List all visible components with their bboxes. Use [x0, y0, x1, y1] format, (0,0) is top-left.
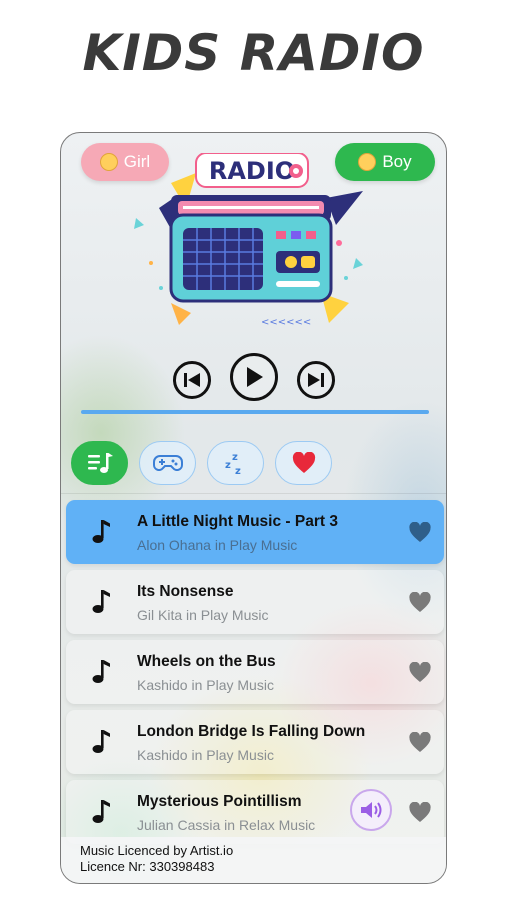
play-button[interactable] [230, 353, 278, 401]
favorite-heart-icon[interactable] [408, 592, 432, 613]
skip-forward-icon [308, 373, 324, 387]
svg-text:z: z [232, 452, 238, 463]
favorite-heart-icon[interactable] [408, 732, 432, 753]
heart-icon [292, 452, 315, 473]
radio-logo-text: RADIO [209, 157, 295, 185]
song-subtitle: Kashido in Play Music [137, 747, 274, 763]
svg-text:<<<<<<: <<<<<< [261, 317, 311, 328]
progress-bar[interactable] [81, 410, 429, 414]
progress-fill [81, 410, 429, 414]
girl-face-icon [99, 153, 118, 171]
song-item[interactable]: A Little Night Music - Part 3 Alon Ohana… [66, 500, 444, 564]
boy-label: Boy [382, 152, 412, 171]
speaker-button[interactable] [350, 789, 392, 831]
song-item[interactable]: Mysterious Pointillism Julian Cassia in … [66, 780, 444, 844]
svg-text:z: z [235, 466, 241, 477]
licence-line-1: Music Licenced by Artist.io [80, 843, 234, 858]
play-icon [247, 367, 263, 387]
tab-games[interactable] [139, 441, 196, 485]
favorite-heart-icon[interactable] [408, 522, 432, 543]
song-subtitle: Alon Ohana in Play Music [137, 537, 298, 553]
favorite-heart-icon[interactable] [408, 802, 432, 823]
licence-line-2: Licence Nr: 330398483 [80, 859, 215, 874]
song-title: London Bridge Is Falling Down [137, 723, 366, 740]
music-note-icon [92, 730, 110, 753]
song-subtitle: Kashido in Play Music [137, 677, 274, 693]
licence-footer: Music Licenced by Artist.io Licence Nr: … [61, 837, 446, 883]
radio-illustration: RADIO <<<<<< [134, 153, 363, 328]
svg-text:z: z [225, 460, 231, 471]
tab-favorites[interactable] [275, 441, 332, 485]
song-title: A Little Night Music - Part 3 [137, 513, 338, 530]
list-divider [61, 493, 446, 494]
song-item[interactable]: Wheels on the Bus Kashido in Play Music [66, 640, 444, 704]
app-title: KIDS RADIO [82, 24, 425, 82]
music-note-icon [92, 590, 110, 613]
next-button[interactable] [297, 361, 335, 399]
music-list-icon [87, 453, 113, 473]
tab-sleep[interactable]: z z z [207, 441, 264, 485]
song-item[interactable]: London Bridge Is Falling Down Kashido in… [66, 710, 444, 774]
song-title: Mysterious Pointillism [137, 793, 302, 810]
favorite-heart-icon[interactable] [408, 662, 432, 683]
player-controls [61, 353, 446, 403]
gamepad-icon [152, 455, 183, 471]
previous-button[interactable] [173, 361, 211, 399]
music-note-icon [92, 520, 110, 543]
song-item[interactable]: Its Nonsense Gil Kita in Play Music [66, 570, 444, 634]
song-title: Wheels on the Bus [137, 653, 276, 670]
speaker-icon [361, 802, 382, 818]
sleep-zzz-icon: z z z [225, 452, 241, 477]
song-subtitle: Julian Cassia in Relax Music [137, 817, 316, 833]
phone-screen: Girl Boy RADIO <<<<<< z z z A Little Nig… [60, 132, 447, 884]
skip-back-icon [184, 373, 200, 387]
tab-music[interactable] [71, 441, 128, 485]
song-title: Its Nonsense [137, 583, 234, 600]
music-note-icon [92, 660, 110, 683]
music-note-icon [92, 800, 110, 823]
song-subtitle: Gil Kita in Play Music [137, 607, 269, 623]
